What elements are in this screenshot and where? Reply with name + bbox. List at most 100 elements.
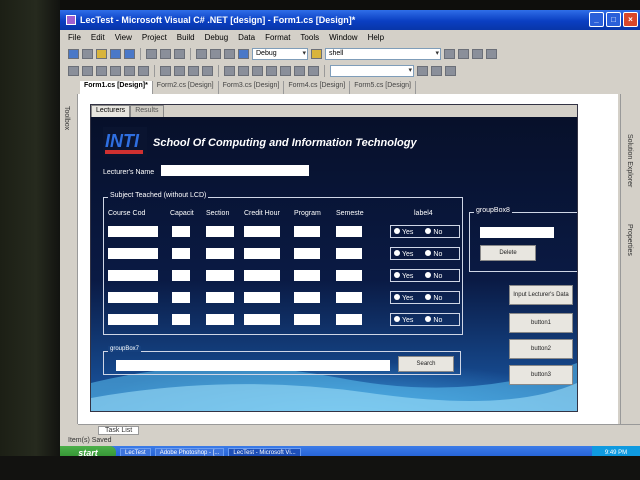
radio-no[interactable]: No xyxy=(425,271,442,280)
align-middle-icon[interactable] xyxy=(124,65,135,76)
radio-no[interactable]: No xyxy=(425,315,442,324)
start-debug-icon[interactable] xyxy=(238,48,249,59)
credit-hour-input[interactable] xyxy=(244,314,280,325)
task-list-tab[interactable]: Task List xyxy=(98,426,140,435)
radio-yes[interactable]: Yes xyxy=(394,271,413,280)
format-combo[interactable] xyxy=(330,64,414,77)
size-to-grid-icon[interactable] xyxy=(202,65,213,76)
capacity-input[interactable] xyxy=(172,314,190,325)
align-center-icon[interactable] xyxy=(82,65,93,76)
taskbar-item-lectest-folder[interactable]: LecTest xyxy=(120,447,151,456)
toolbox-label[interactable]: Toolbox xyxy=(63,106,70,130)
format-option-icon[interactable] xyxy=(431,65,442,76)
open-file-icon[interactable] xyxy=(96,48,107,59)
semester-input[interactable] xyxy=(336,226,362,237)
class-view-icon[interactable] xyxy=(486,48,497,59)
same-size-icon[interactable] xyxy=(188,65,199,76)
align-right-icon[interactable] xyxy=(96,65,107,76)
redo-icon[interactable] xyxy=(210,48,221,59)
button2[interactable]: button2 xyxy=(509,339,573,359)
search-input[interactable] xyxy=(116,360,390,371)
course-code-input[interactable] xyxy=(108,226,158,237)
semester-input[interactable] xyxy=(336,292,362,303)
credit-hour-input[interactable] xyxy=(244,248,280,259)
close-button[interactable]: × xyxy=(623,12,638,27)
toolbox-strip[interactable]: Toolbox xyxy=(60,94,78,424)
section-input[interactable] xyxy=(206,292,234,303)
capacity-input[interactable] xyxy=(172,248,190,259)
menu-data[interactable]: Data xyxy=(238,33,255,42)
credit-hour-input[interactable] xyxy=(244,270,280,281)
input-lecturer-data-button[interactable]: Input Lecturer's Data xyxy=(509,285,573,305)
tab-form1-design[interactable]: Form1.cs [Design]* xyxy=(80,81,153,94)
tab-results[interactable]: Results xyxy=(130,105,164,117)
program-input[interactable] xyxy=(294,270,320,281)
align-bottom-icon[interactable] xyxy=(138,65,149,76)
lock-controls-icon[interactable] xyxy=(308,65,319,76)
find-combo[interactable]: shell xyxy=(325,47,441,60)
tab-form3-design[interactable]: Form3.cs [Design] xyxy=(218,81,285,94)
capacity-input[interactable] xyxy=(172,226,190,237)
center-vertically-icon[interactable] xyxy=(266,65,277,76)
save-icon[interactable] xyxy=(110,48,121,59)
tab-form4-design[interactable]: Form4.cs [Design] xyxy=(284,81,351,94)
radio-no[interactable]: No xyxy=(425,293,442,302)
tab-form5-design[interactable]: Form5.cs [Design] xyxy=(350,81,416,94)
section-input[interactable] xyxy=(206,248,234,259)
lecturer-name-input[interactable] xyxy=(161,165,309,176)
solution-explorer-tab[interactable]: Solution Explorer xyxy=(626,134,633,187)
send-to-back-icon[interactable] xyxy=(294,65,305,76)
button3[interactable]: button3 xyxy=(509,365,573,385)
menu-window[interactable]: Window xyxy=(329,33,357,42)
menu-edit[interactable]: Edit xyxy=(91,33,105,42)
bring-to-front-icon[interactable] xyxy=(280,65,291,76)
credit-hour-input[interactable] xyxy=(244,292,280,303)
menu-tools[interactable]: Tools xyxy=(300,33,319,42)
solution-explorer-icon[interactable] xyxy=(444,48,455,59)
tab-form2-design[interactable]: Form2.cs [Design] xyxy=(152,81,219,94)
radio-no[interactable]: No xyxy=(425,227,442,236)
credit-hour-input[interactable] xyxy=(244,226,280,237)
semester-input[interactable] xyxy=(336,314,362,325)
navigate-back-icon[interactable] xyxy=(224,48,235,59)
add-item-icon[interactable] xyxy=(82,48,93,59)
radio-yes[interactable]: Yes xyxy=(394,249,413,258)
minimize-button[interactable]: _ xyxy=(589,12,604,27)
center-horizontally-icon[interactable] xyxy=(252,65,263,76)
radio-yes[interactable]: Yes xyxy=(394,293,413,302)
semester-input[interactable] xyxy=(336,248,362,259)
cut-icon[interactable] xyxy=(146,48,157,59)
menu-debug[interactable]: Debug xyxy=(205,33,229,42)
properties-tab[interactable]: Properties xyxy=(626,224,633,256)
groupbox8-input[interactable] xyxy=(480,227,554,238)
course-code-input[interactable] xyxy=(108,292,158,303)
semester-input[interactable] xyxy=(336,270,362,281)
align-left-icon[interactable] xyxy=(68,65,79,76)
format-option-icon[interactable] xyxy=(445,65,456,76)
program-input[interactable] xyxy=(294,248,320,259)
program-input[interactable] xyxy=(294,314,320,325)
undo-icon[interactable] xyxy=(196,48,207,59)
toolbox-icon[interactable] xyxy=(472,48,483,59)
menu-view[interactable]: View xyxy=(115,33,132,42)
menu-project[interactable]: Project xyxy=(142,33,167,42)
tab-lecturers[interactable]: Lecturers xyxy=(91,105,131,117)
taskbar-item-lectest-vs[interactable]: LecTest - Microsoft Vi... xyxy=(228,447,301,456)
same-height-icon[interactable] xyxy=(174,65,185,76)
menu-help[interactable]: Help xyxy=(368,33,384,42)
vertical-spacing-icon[interactable] xyxy=(238,65,249,76)
menu-file[interactable]: File xyxy=(68,33,81,42)
program-input[interactable] xyxy=(294,226,320,237)
find-icon[interactable] xyxy=(311,48,322,59)
radio-yes[interactable]: Yes xyxy=(394,315,413,324)
radio-no[interactable]: No xyxy=(425,249,442,258)
menu-format[interactable]: Format xyxy=(265,33,290,42)
new-project-icon[interactable] xyxy=(68,48,79,59)
delete-button[interactable]: Delete xyxy=(480,245,536,261)
radio-yes[interactable]: Yes xyxy=(394,227,413,236)
paste-icon[interactable] xyxy=(174,48,185,59)
capacity-input[interactable] xyxy=(172,292,190,303)
button1[interactable]: button1 xyxy=(509,313,573,333)
section-input[interactable] xyxy=(206,270,234,281)
same-width-icon[interactable] xyxy=(160,65,171,76)
